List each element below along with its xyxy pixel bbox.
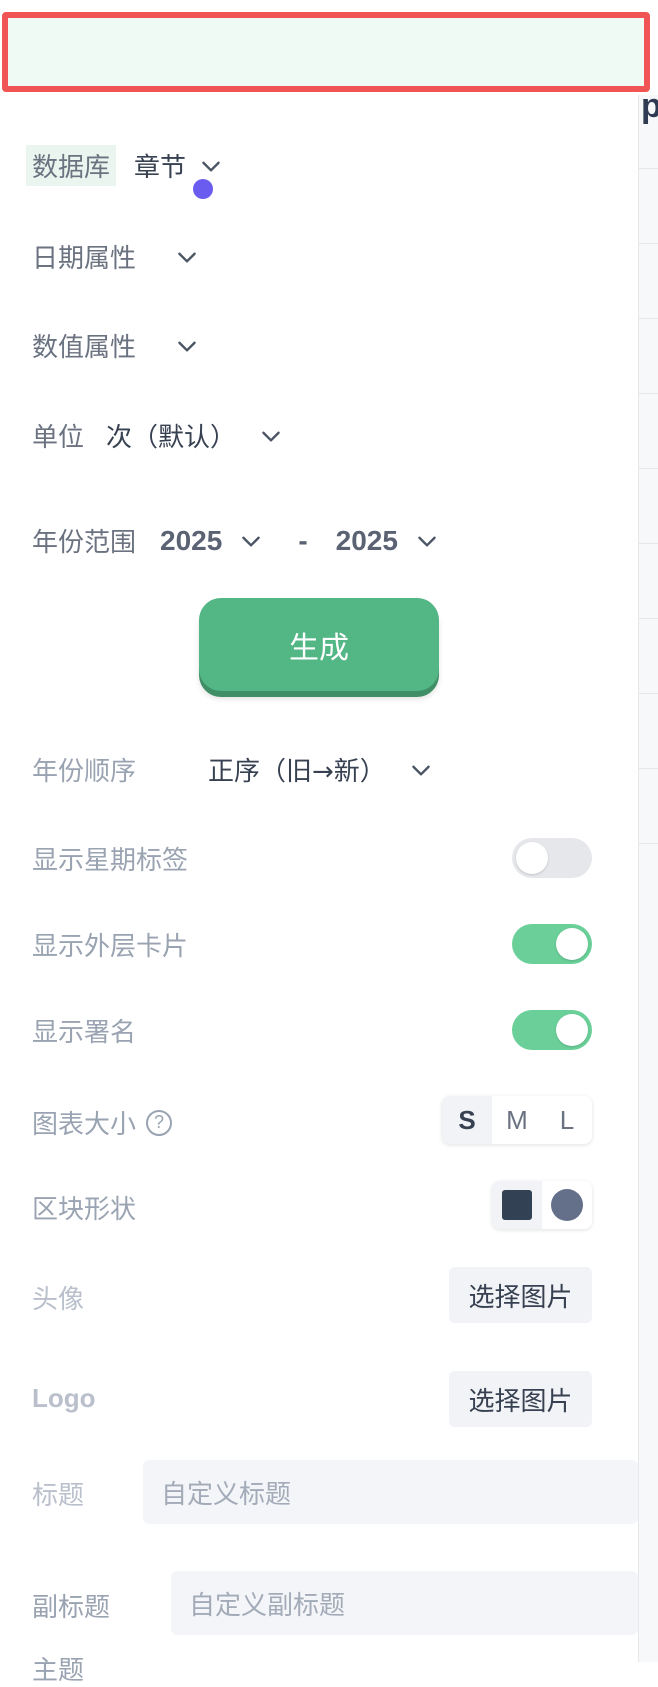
year-order-value: 正序（旧→新） xyxy=(208,757,386,787)
title-label: 标题 xyxy=(32,1481,85,1511)
year-order-select[interactable]: 正序（旧→新） xyxy=(208,751,434,788)
subtitle-label: 副标题 xyxy=(32,1593,111,1623)
unit-select[interactable]: 次（默认） xyxy=(106,417,284,454)
date-property-label: 日期属性 xyxy=(32,244,137,274)
title-row: 标题 xyxy=(32,1475,84,1512)
show-weekday-row: 显示星期标签 xyxy=(32,840,188,877)
database-select[interactable]: 章节 xyxy=(134,147,224,184)
chevron-down-icon xyxy=(174,244,200,270)
show-signature-row: 显示署名 xyxy=(32,1012,136,1049)
square-icon xyxy=(502,1190,532,1220)
avatar-label: 头像 xyxy=(32,1285,85,1315)
logo-label: Logo xyxy=(32,1383,96,1413)
show-weekday-label: 显示星期标签 xyxy=(32,846,189,876)
logo-select-image-button[interactable]: 选择图片 xyxy=(449,1371,592,1427)
logo-row: Logo xyxy=(32,1383,96,1414)
date-property-row[interactable]: 日期属性 xyxy=(32,238,200,275)
block-shape-row: 区块形状 xyxy=(32,1189,136,1226)
unit-row: 单位 次（默认） xyxy=(32,417,284,454)
chevron-down-icon xyxy=(408,757,434,783)
block-shape-label: 区块形状 xyxy=(32,1195,137,1225)
circle-icon xyxy=(551,1189,583,1221)
show-signature-toggle[interactable] xyxy=(512,1010,592,1050)
toggle-knob xyxy=(556,928,588,960)
right-panel-edge: p xyxy=(638,87,658,1662)
top-bar-highlight xyxy=(2,12,650,92)
toggle-knob xyxy=(556,1014,588,1046)
subtitle-input[interactable]: 自定义副标题 xyxy=(171,1571,638,1635)
chart-size-selector: S M L xyxy=(442,1096,592,1144)
year-order-label: 年份顺序 xyxy=(32,757,137,787)
chevron-down-icon xyxy=(174,333,200,359)
database-label: 数据库 xyxy=(26,145,117,186)
size-option-m[interactable]: M xyxy=(492,1096,542,1144)
show-outer-card-label: 显示外层卡片 xyxy=(32,932,189,962)
block-shape-selector xyxy=(492,1181,592,1229)
show-outer-card-toggle[interactable] xyxy=(512,924,592,964)
number-property-row[interactable]: 数值属性 xyxy=(32,327,200,364)
show-outer-card-row: 显示外层卡片 xyxy=(32,926,188,963)
show-weekday-toggle[interactable] xyxy=(512,838,592,878)
year-to-select[interactable]: 2025 xyxy=(336,525,440,557)
avatar-row: 头像 xyxy=(32,1279,84,1316)
chart-size-row: 图表大小 ? xyxy=(32,1104,173,1141)
year-from-select[interactable]: 2025 xyxy=(160,525,264,557)
year-range-separator: - xyxy=(298,524,308,556)
size-option-l[interactable]: L xyxy=(542,1096,592,1144)
show-signature-label: 显示署名 xyxy=(32,1018,137,1048)
avatar-select-image-button[interactable]: 选择图片 xyxy=(449,1267,592,1323)
generate-button[interactable]: 生成 xyxy=(199,598,439,691)
size-option-s[interactable]: S xyxy=(442,1096,492,1144)
partial-label-row: 主题 xyxy=(32,1650,84,1687)
shape-option-circle[interactable] xyxy=(542,1181,592,1229)
database-row: 数据库 章节 xyxy=(26,145,224,186)
year-range-row: 年份范围 2025 - 2025 xyxy=(32,522,440,559)
title-input[interactable]: 自定义标题 xyxy=(143,1460,638,1524)
database-value: 章节 xyxy=(134,153,187,183)
chart-size-label: 图表大小 xyxy=(32,1110,137,1140)
edge-glyph: p xyxy=(641,87,658,125)
chevron-down-icon xyxy=(238,528,264,554)
unit-value: 次（默认） xyxy=(106,423,237,453)
toggle-knob xyxy=(516,842,548,874)
chevron-down-icon xyxy=(198,153,224,179)
year-from-value: 2025 xyxy=(160,524,223,556)
cursor-dot xyxy=(193,179,213,199)
chevron-down-icon xyxy=(258,423,284,449)
theme-label: 主题 xyxy=(32,1656,85,1686)
subtitle-row: 副标题 xyxy=(32,1587,110,1624)
chevron-down-icon xyxy=(414,528,440,554)
year-to-value: 2025 xyxy=(335,524,398,556)
shape-option-square[interactable] xyxy=(492,1181,542,1229)
unit-label: 单位 xyxy=(32,423,85,453)
number-property-label: 数值属性 xyxy=(32,333,137,363)
help-icon[interactable]: ? xyxy=(146,1109,173,1136)
year-order-row: 年份顺序 正序（旧→新） xyxy=(32,751,434,788)
year-range-label: 年份范围 xyxy=(32,528,137,558)
